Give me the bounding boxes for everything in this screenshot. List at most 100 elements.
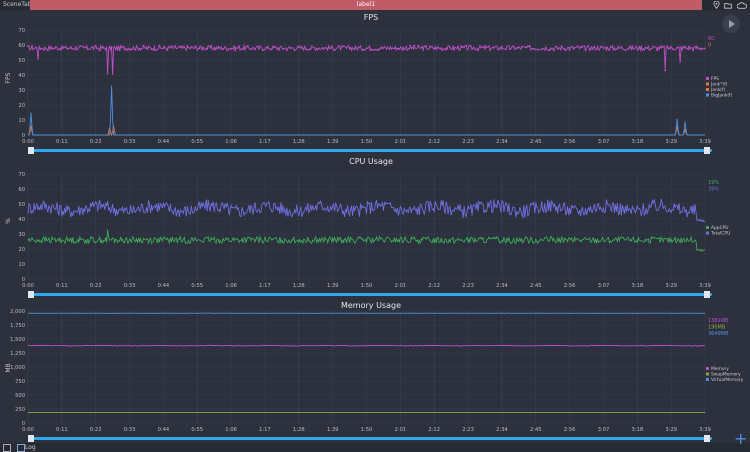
label-tab[interactable]: label1	[30, 0, 702, 10]
fps-series-point	[556, 47, 559, 50]
fps-series-point	[445, 47, 447, 49]
fps-series-point	[333, 49, 336, 52]
fps-scroll-handle-right[interactable]	[704, 147, 710, 154]
log-checkbox[interactable]	[17, 444, 25, 452]
fps-series-point	[317, 47, 320, 50]
fps-series-point	[178, 46, 181, 48]
fps-series-point	[552, 49, 555, 52]
fps-legend-label: FPS	[711, 76, 719, 82]
fps-series-point	[369, 49, 372, 52]
cpu-x-tick-label: 0:33	[124, 283, 136, 289]
log-label: Log	[25, 444, 36, 451]
cpu-scroll-handle-right[interactable]	[704, 291, 710, 298]
fps-series-point	[636, 48, 639, 51]
cpu-x-tick-label: 0:55	[191, 283, 203, 289]
memory-scroll-handle-left[interactable]	[28, 435, 34, 442]
memory-chart-title: Memory Usage	[341, 301, 401, 310]
mem-legend-label: SwapMemory	[711, 372, 741, 378]
scene-tab[interactable]: SceneTab	[3, 0, 31, 10]
fps-series-point	[102, 46, 105, 49]
cpu-x-tick-label: 0:11	[56, 283, 68, 289]
location-icon[interactable]	[713, 0, 720, 10]
mem-x-tick-label: 2:23	[462, 427, 474, 433]
fps-series-point	[305, 48, 308, 51]
fps-series-point	[266, 46, 268, 49]
mem-y-tick-label: 250	[15, 407, 25, 413]
fps-series-point	[473, 46, 475, 49]
fps-legend-label: Jank*(f)	[710, 82, 728, 88]
fps-series-point	[648, 48, 651, 51]
cpu-y-tick-label: 30	[18, 232, 25, 238]
fps-series-point	[194, 45, 197, 48]
cpu-legend-swatch	[706, 226, 709, 229]
fps-series-point	[664, 69, 667, 72]
fps-x-tick-label: 3:18	[631, 139, 643, 145]
fps-x-tick-label: 1:39	[327, 139, 339, 145]
fps-series-point	[66, 47, 69, 50]
cpu-x-tick-label: 2:01	[395, 283, 407, 289]
fps-series-point	[520, 45, 523, 48]
fps-x-tick-label: 2:01	[395, 139, 407, 145]
fps-series-point	[325, 47, 328, 50]
cpu-current-value: 19%	[708, 180, 719, 186]
fps-series-point	[365, 47, 368, 50]
fps-series-point	[70, 47, 73, 50]
fps-x-tick-label: 3:07	[598, 139, 610, 145]
fps-series-point	[341, 45, 344, 48]
fps-series-point	[477, 49, 479, 52]
mem-legend-label: VirtualMemory	[711, 377, 744, 383]
fps-series-point	[142, 44, 145, 47]
fps-series-point	[489, 49, 491, 51]
fps-series-point	[158, 44, 161, 47]
fps-x-tick-label: 2:12	[428, 139, 440, 145]
add-icon[interactable]: +	[734, 429, 747, 448]
fps-series-point	[429, 45, 432, 48]
mem-legend-label: Memory	[711, 366, 729, 372]
fps-series-point	[174, 45, 177, 48]
fps-series-point	[270, 48, 272, 50]
log-toggle-icon[interactable]	[3, 444, 11, 452]
mem-x-tick-label: 0:55	[191, 427, 203, 433]
fps-series-point	[501, 45, 503, 48]
fps-series-point	[497, 48, 499, 51]
cloud-icon[interactable]	[737, 0, 747, 10]
fps-series-point	[154, 49, 157, 52]
fps-y-tick-label: 50	[18, 58, 25, 64]
fps-series-point	[329, 47, 332, 50]
mem-x-tick-label: 0:11	[56, 427, 68, 433]
fps-x-tick-label: 2:23	[462, 139, 474, 145]
fps-series-point	[114, 48, 117, 51]
fps-series-point	[632, 48, 635, 50]
fps-x-tick-label: 1:06	[225, 139, 237, 145]
fps-x-tick-label: 0:33	[124, 139, 136, 145]
fps-series-point	[692, 49, 694, 52]
cpu-scrollbar[interactable]	[28, 293, 712, 296]
fps-series-point	[242, 47, 244, 50]
fps-scroll-handle-left[interactable]	[28, 147, 34, 154]
memory-scrollbar[interactable]	[28, 437, 712, 440]
fps-series-point	[465, 44, 467, 47]
fps-series-point	[373, 49, 376, 51]
fps-series-point	[190, 46, 193, 48]
fps-scrollbar[interactable]	[28, 149, 712, 152]
cpu-scroll-handle-left[interactable]	[28, 291, 34, 298]
fps-series-point	[604, 46, 607, 49]
fps-series-point	[413, 44, 416, 47]
cpu-y-tick-label: 50	[18, 202, 25, 208]
fps-x-tick-label: 2:56	[564, 139, 576, 145]
fps-series-point	[309, 48, 312, 50]
fps-y-axis-label: FPS	[5, 72, 12, 83]
cpu-x-tick-label: 2:23	[462, 283, 474, 289]
fps-series-point	[118, 49, 121, 52]
fps-x-ticks: 0:00 0:11 0:22 0:33 0:44 0:55 1:06 1:17 1:28 1:39…	[22, 139, 711, 145]
cpu-x-tick-label: 2:12	[428, 283, 440, 289]
fps-y-ticks: 010203040506070	[18, 28, 25, 139]
cpu-legend: AppCPUTotalCPU	[706, 225, 730, 237]
fps-series-point	[684, 45, 686, 48]
fps-series-point	[385, 48, 388, 50]
memory-current-values: 1381MB190MB3649MB	[708, 318, 729, 337]
folder-icon[interactable]	[724, 0, 732, 10]
fps-series-point	[86, 48, 89, 50]
memory-scroll-handle-right[interactable]	[704, 435, 710, 442]
cpu-x-tick-label: 3:18	[631, 283, 643, 289]
